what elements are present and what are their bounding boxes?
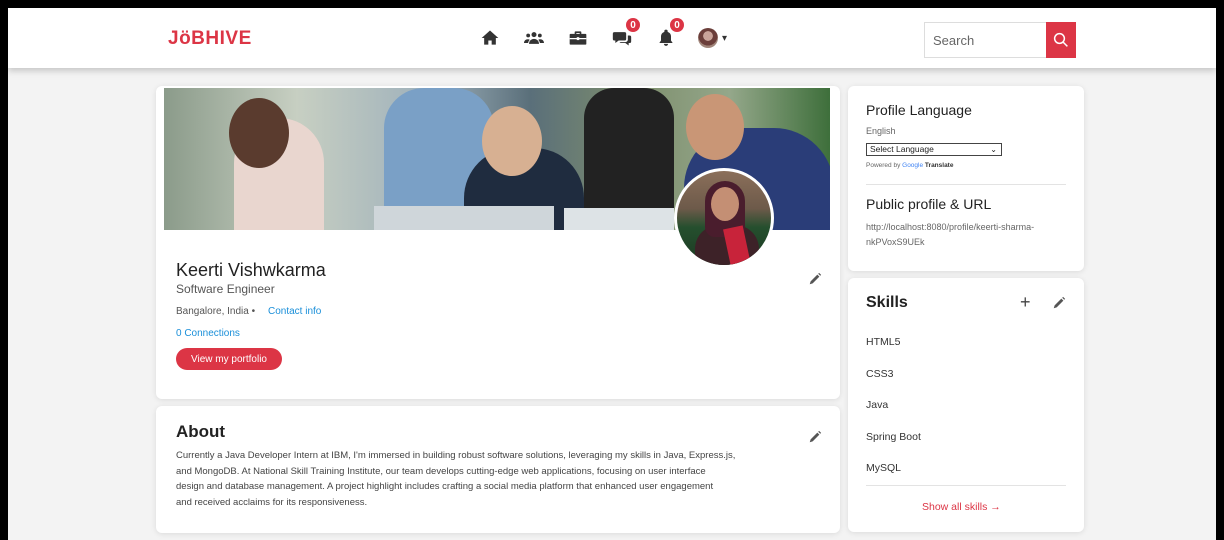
current-language: English bbox=[866, 126, 896, 136]
skill-item: Java bbox=[866, 399, 889, 411]
avatar[interactable] bbox=[698, 28, 718, 48]
messages-icon[interactable]: 0 bbox=[610, 18, 640, 50]
divider bbox=[866, 184, 1066, 185]
about-text: Currently a Java Developer Intern at IBM… bbox=[176, 448, 796, 510]
add-skill-icon[interactable]: + bbox=[1020, 292, 1031, 313]
about-line: and MongoDB. At National Skill Training … bbox=[176, 465, 706, 477]
skill-item: Spring Boot bbox=[866, 430, 921, 443]
edit-profile-icon[interactable] bbox=[808, 272, 822, 286]
profile-photo[interactable] bbox=[674, 168, 774, 268]
about-heading: About bbox=[176, 422, 226, 441]
skill-item: CSS3 bbox=[866, 367, 894, 380]
profile-language-heading: Profile Language bbox=[866, 102, 972, 118]
search-button[interactable] bbox=[1046, 22, 1076, 58]
page: JöBHIVE 0 0 ▾ Search Keerti Vishwkarma S… bbox=[8, 8, 1216, 540]
home-icon[interactable] bbox=[478, 26, 502, 50]
about-card: About Currently a Java Developer Intern … bbox=[156, 406, 840, 533]
chevron-down-icon[interactable]: ▾ bbox=[722, 33, 727, 44]
show-all-skills-link[interactable]: Show all skills → bbox=[922, 501, 1001, 513]
profile-menu[interactable]: ▾ bbox=[698, 28, 727, 48]
edit-about-icon[interactable] bbox=[808, 430, 822, 444]
language-select-value: Select Language bbox=[870, 144, 934, 154]
skills-list: HTML5 CSS3 Java Spring Boot MySQL bbox=[866, 336, 1066, 494]
language-card: Profile Language English Select Language… bbox=[848, 86, 1084, 271]
skills-card: Skills + HTML5 CSS3 Java Spring Boot MyS… bbox=[848, 278, 1084, 532]
logo[interactable]: JöBHIVE bbox=[168, 28, 252, 50]
divider bbox=[866, 485, 1066, 486]
profile-card: Keerti Vishwkarma Software Engineer Bang… bbox=[156, 86, 840, 399]
skill-item: MySQL bbox=[866, 462, 902, 474]
powered-by-google: Powered by Google Translate bbox=[866, 162, 953, 169]
notifications-icon[interactable]: 0 bbox=[654, 18, 684, 50]
jobs-icon[interactable] bbox=[566, 26, 590, 50]
public-profile-url[interactable]: http://localhost:8080/profile/keerti-sha… bbox=[866, 220, 1056, 250]
profile-location: Bangalore, India • bbox=[176, 306, 256, 317]
nav-icons: 0 0 ▾ bbox=[478, 18, 727, 50]
view-portfolio-button[interactable]: View my portfolio bbox=[176, 348, 282, 370]
navbar: JöBHIVE 0 0 ▾ Search bbox=[8, 8, 1216, 68]
about-line: Currently a Java Developer Intern at IBM… bbox=[176, 450, 736, 461]
skills-heading: Skills bbox=[866, 294, 908, 311]
about-line: design and database management. A projec… bbox=[176, 481, 714, 492]
chevron-down-icon: ⌄ bbox=[990, 145, 997, 154]
about-line: and received acclaims for its responsive… bbox=[176, 496, 368, 508]
translate-link[interactable]: Translate bbox=[925, 162, 954, 169]
profile-name: Keerti Vishwkarma bbox=[176, 260, 326, 280]
language-select[interactable]: Select Language ⌄ bbox=[866, 143, 1002, 156]
google-logo: Google bbox=[902, 162, 924, 169]
connections-link[interactable]: 0 Connections bbox=[176, 328, 240, 339]
edit-skills-icon[interactable] bbox=[1052, 296, 1066, 310]
powered-by-label: Powered by bbox=[866, 162, 901, 169]
profile-title: Software Engineer bbox=[176, 282, 275, 296]
search-icon bbox=[1053, 32, 1068, 47]
public-profile-heading: Public profile & URL bbox=[866, 196, 992, 212]
notifications-badge: 0 bbox=[670, 18, 684, 32]
skill-item: HTML5 bbox=[866, 336, 901, 348]
search-input[interactable]: Search bbox=[924, 22, 1046, 58]
messages-badge: 0 bbox=[626, 18, 640, 32]
network-icon[interactable] bbox=[522, 26, 546, 50]
contact-info-link[interactable]: Contact info bbox=[268, 306, 321, 317]
